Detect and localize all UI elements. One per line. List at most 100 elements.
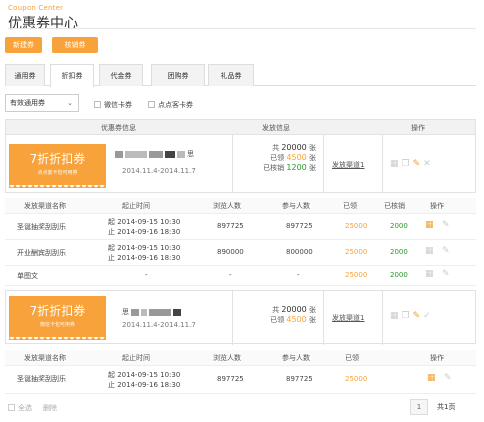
issue-channel-link[interactable]: 发放渠道1 xyxy=(332,160,364,170)
edit-icon[interactable]: ✎ xyxy=(442,220,450,230)
edit-icon[interactable]: ✎ xyxy=(413,159,421,169)
tab-discount[interactable]: 折扣券 xyxy=(50,64,94,87)
received-value: 4500 xyxy=(286,153,307,162)
copy-icon[interactable]: ❐ xyxy=(402,159,410,169)
redacted-text xyxy=(173,308,181,316)
ticket-edge xyxy=(9,185,106,191)
channel-verified: 2000 xyxy=(390,222,408,230)
channel-start: 起 2014-09-15 10:30 xyxy=(108,218,181,226)
sub-header-name: 发放渠道名称 xyxy=(24,354,66,362)
edit-icon[interactable]: ✎ xyxy=(413,311,421,321)
close-icon[interactable]: ✕ xyxy=(423,159,431,169)
issue-unit: 张 xyxy=(309,144,316,152)
redacted-text xyxy=(125,150,147,158)
coupon-ticket: 7折折扣券 点点客卡包可用券 xyxy=(9,144,106,191)
coupon-date-range: 2014.11.4-2014.11.7 xyxy=(122,167,196,175)
coupon-ops: ▦ ❐ ✎ ✓ xyxy=(390,311,434,321)
delete-button[interactable]: 删除 xyxy=(43,403,57,413)
header-divider xyxy=(8,28,476,29)
sub-header-name: 发放渠道名称 xyxy=(24,202,66,210)
qrcode-icon[interactable]: ▦ xyxy=(390,159,399,169)
received-value: 4500 xyxy=(286,315,307,324)
qrcode-icon[interactable]: ▦ xyxy=(425,269,434,279)
redacted-text xyxy=(149,150,163,158)
issue-verified: 已核销 1200 张 xyxy=(256,163,316,173)
qrcode-icon[interactable]: ▦ xyxy=(425,220,434,230)
issue-unit: 张 xyxy=(309,316,316,324)
sub-header-views: 浏览人数 xyxy=(213,354,241,362)
verify-coupon-button[interactable]: 核销券 xyxy=(52,37,98,53)
diandian-card-checkbox[interactable]: 点点客卡券 xyxy=(148,100,193,110)
tab-general[interactable]: 通用券 xyxy=(5,64,45,86)
edit-icon[interactable]: ✎ xyxy=(442,269,450,279)
sub-header-participants: 参与人数 xyxy=(282,354,310,362)
channel-table-header: 发放渠道名称 起止时间 浏览人数 参与人数 已领 已核销 操作 xyxy=(5,198,476,214)
wechat-card-checkbox[interactable]: 微信卡券 xyxy=(94,100,132,110)
sub-header-time: 起止时间 xyxy=(122,202,150,210)
channel-name: 圣诞抽奖刮刮乐 xyxy=(17,375,66,383)
sub-header-received: 已领 xyxy=(345,354,359,362)
sub-header-received: 已领 xyxy=(343,202,357,210)
channel-row: 圣诞抽奖刮刮乐 起 2014-09-15 10:30 止 2014-09-16 … xyxy=(5,214,476,240)
channel-views: 897725 xyxy=(217,222,244,230)
edit-icon[interactable]: ✎ xyxy=(442,246,450,256)
coupon-ticket: 7折折扣券 微信卡包可用券 xyxy=(9,296,106,343)
channel-start: 起 2014-09-15 10:30 xyxy=(108,371,181,379)
diandian-card-label: 点点客卡券 xyxy=(158,101,193,109)
coupon-status-select[interactable]: 有效通用券 ⌄ xyxy=(5,94,79,112)
channel-row: 圣诞抽奖刮刮乐 起 2014-09-15 10:30 止 2014-09-16 … xyxy=(5,366,476,394)
channel-start: - xyxy=(145,271,148,279)
channel-received: 25000 xyxy=(345,248,368,256)
redacted-text xyxy=(165,150,175,158)
coupon-type-tabs: 通用券 折扣券 代金券 团购券 礼品券 xyxy=(5,64,476,87)
issue-total: 共 20000 张 xyxy=(256,305,316,315)
issue-total: 共 20000 张 xyxy=(256,143,316,153)
sub-header-ops: 操作 xyxy=(430,202,444,210)
check-icon[interactable]: ✓ xyxy=(423,311,431,321)
issue-unit: 张 xyxy=(309,306,316,314)
channel-received: 25000 xyxy=(345,271,368,279)
issue-stats: 共 20000 张 已领 4500 张 xyxy=(256,305,316,325)
channel-table-header: 发放渠道名称 起止时间 浏览人数 参与人数 已领 操作 xyxy=(5,350,476,366)
page-number[interactable]: 1 xyxy=(410,399,428,415)
channel-participants: 800000 xyxy=(286,248,313,256)
qrcode-icon[interactable]: ▦ xyxy=(427,373,436,383)
sub-header-time: 起止时间 xyxy=(122,354,150,362)
tab-gift[interactable]: 礼品券 xyxy=(208,64,254,86)
copy-icon[interactable]: ❐ xyxy=(402,311,410,321)
channel-name: 开业酬宾刮刮乐 xyxy=(17,249,66,257)
page-subtitle: Coupon Center xyxy=(8,4,64,12)
column-divider xyxy=(382,291,383,345)
channel-views: 897725 xyxy=(217,375,244,383)
coupon-name-prefix: 思 xyxy=(122,308,129,316)
edit-icon[interactable]: ✎ xyxy=(444,373,452,383)
channel-verified: 2000 xyxy=(390,248,408,256)
channel-row: 开业酬宾刮刮乐 起 2014-09-15 10:30 止 2014-09-16 … xyxy=(5,240,476,266)
wechat-card-label: 微信卡券 xyxy=(104,101,132,109)
channel-row: 单图文 - - - 25000 2000 ▦ ✎ xyxy=(5,266,476,286)
qrcode-icon[interactable]: ▦ xyxy=(390,311,399,321)
issue-total-value: 20000 xyxy=(281,305,307,314)
new-coupon-button[interactable]: 新建券 xyxy=(5,37,42,53)
column-divider xyxy=(232,291,233,345)
tab-group-buy[interactable]: 团购券 xyxy=(151,64,205,86)
coupon-ticket-title: 7折折扣券 xyxy=(29,304,86,318)
channel-received: 25000 xyxy=(345,222,368,230)
column-divider xyxy=(382,135,383,193)
tab-voucher[interactable]: 代金券 xyxy=(99,64,143,86)
channel-name: 圣诞抽奖刮刮乐 xyxy=(17,223,66,231)
page-total: 共1页 xyxy=(437,403,456,411)
coupon-name: 思 xyxy=(122,307,183,317)
issue-received: 已领 4500 张 xyxy=(256,315,316,325)
header-issue-info: 发放信息 xyxy=(262,124,290,132)
issue-channel-link[interactable]: 发放渠道1 xyxy=(332,313,364,323)
channel-participants: 897725 xyxy=(286,375,313,383)
channel-views: 890000 xyxy=(217,248,244,256)
sub-header-participants: 参与人数 xyxy=(282,202,310,210)
channel-end: 止 2014-09-16 18:30 xyxy=(108,254,181,262)
checkbox-box xyxy=(148,101,155,108)
sub-header-verified: 已核销 xyxy=(384,202,405,210)
select-all-checkbox[interactable]: 全选 xyxy=(8,403,32,413)
channel-views: - xyxy=(229,271,232,279)
qrcode-icon[interactable]: ▦ xyxy=(425,246,434,256)
